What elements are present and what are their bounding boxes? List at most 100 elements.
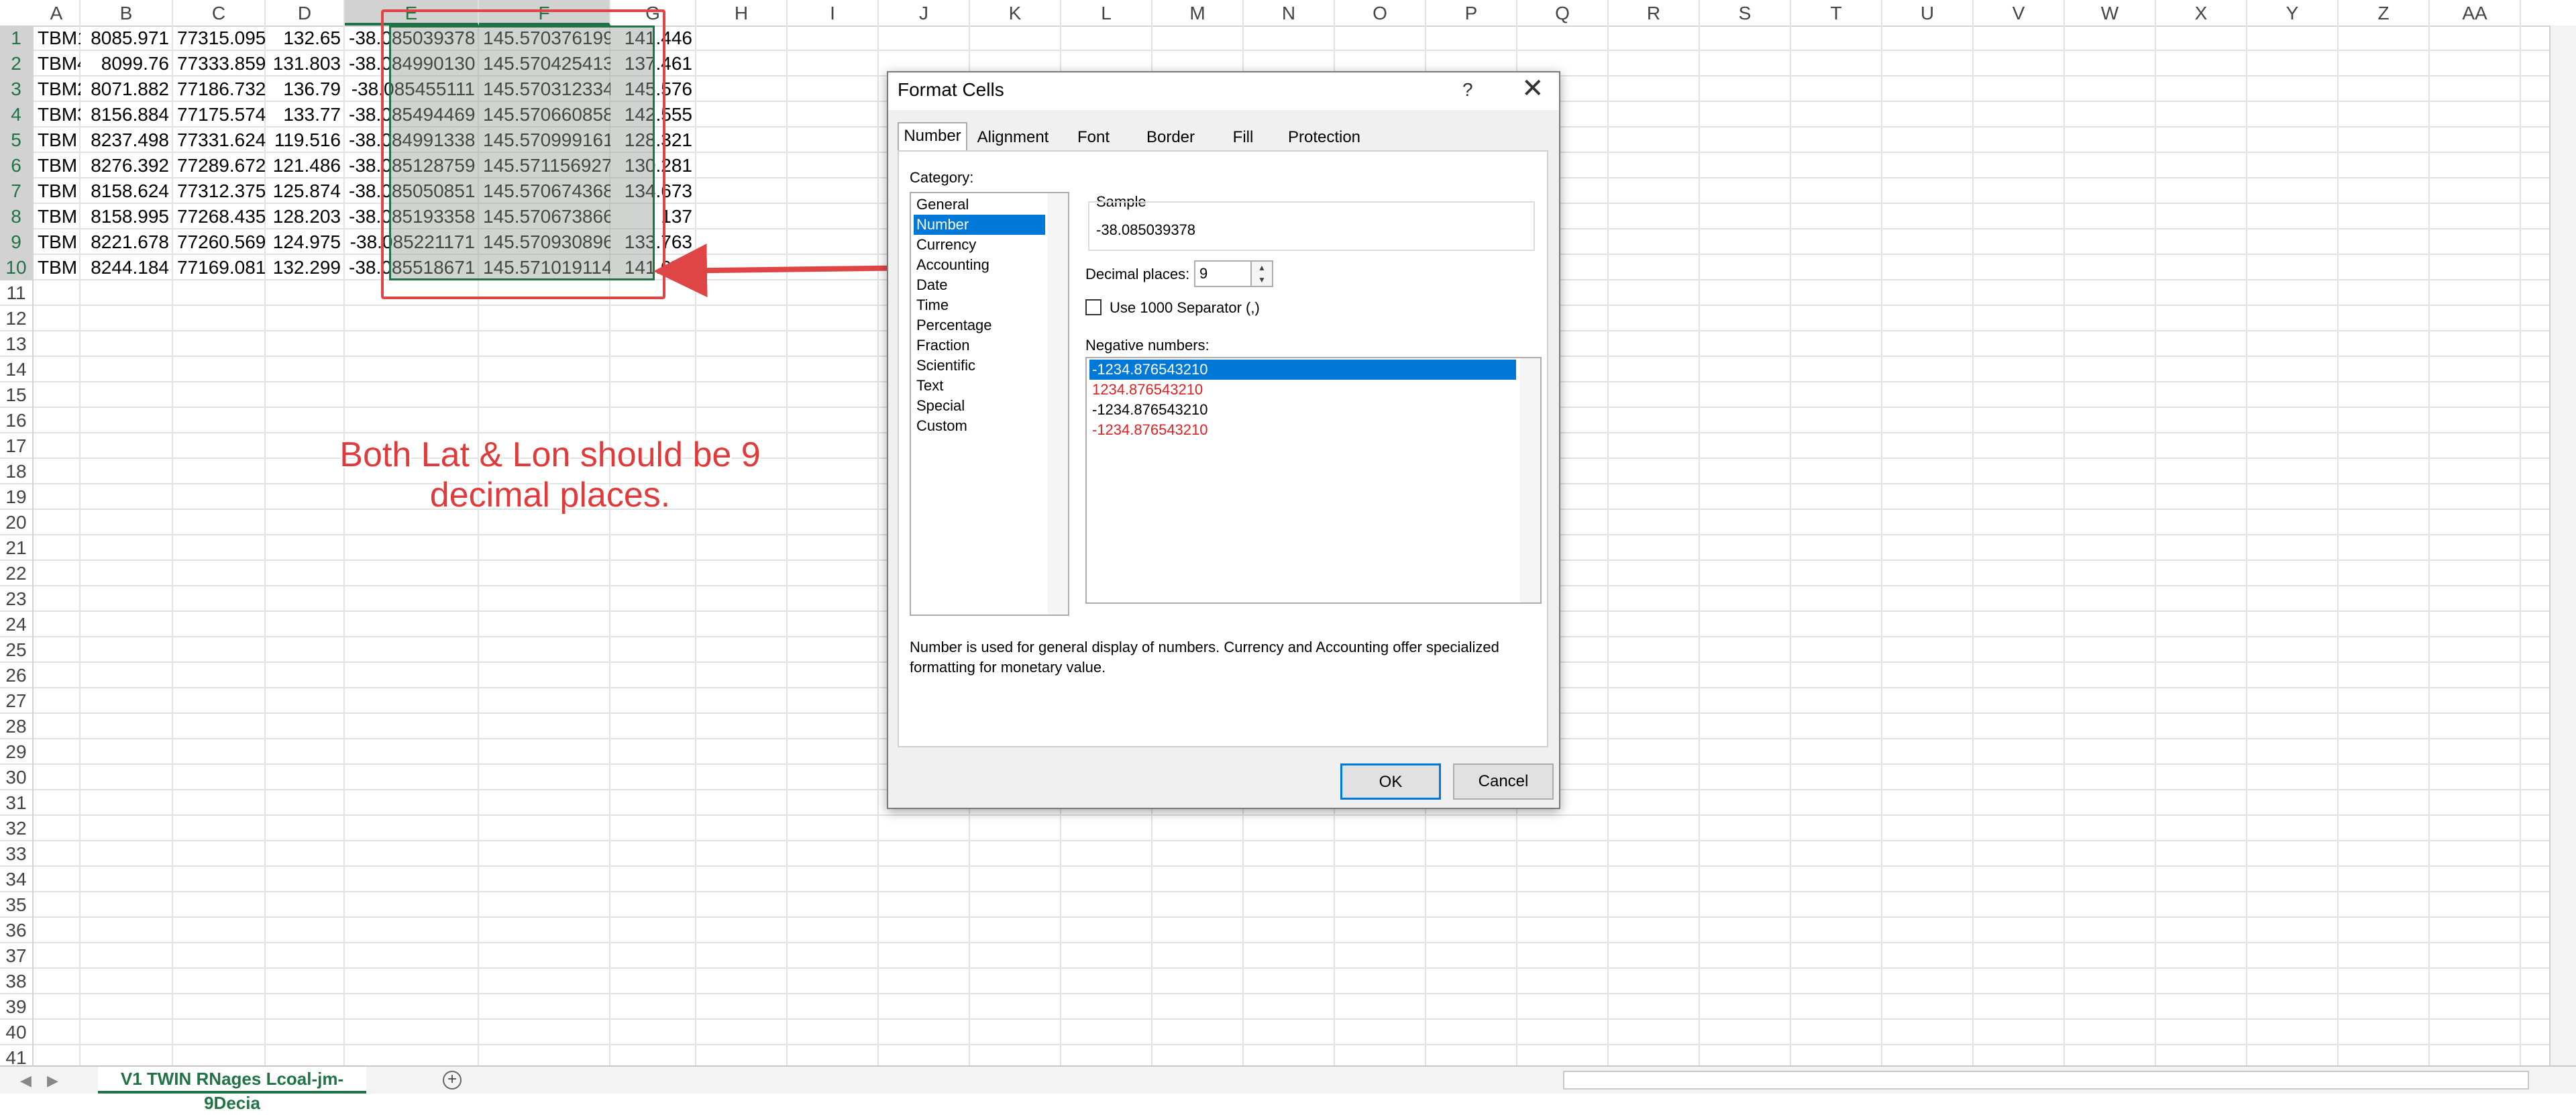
cell-b5[interactable]: 8237.498 xyxy=(80,127,173,153)
row-header[interactable]: 37 xyxy=(0,943,34,969)
cell-c8[interactable]: 77268.435 xyxy=(173,204,266,229)
tab-number[interactable]: Number xyxy=(898,122,967,153)
column-header-z[interactable]: Z xyxy=(2339,0,2430,25)
row-header[interactable]: 2 xyxy=(0,51,34,76)
column-header-u[interactable]: U xyxy=(1882,0,1974,25)
category-item-currency[interactable]: Currency xyxy=(914,235,1045,255)
cell-a7[interactable]: TBM 100 xyxy=(34,178,80,204)
negative-list-scrollbar[interactable] xyxy=(1520,358,1540,602)
dialog-titlebar[interactable]: Format Cells ? ✕ xyxy=(888,72,1559,110)
row-header[interactable]: 26 xyxy=(0,663,34,688)
row-header[interactable]: 40 xyxy=(0,1020,34,1045)
cell-b1[interactable]: 8085.971 xyxy=(80,25,173,51)
horizontal-scrollbar[interactable] xyxy=(1563,1071,2529,1090)
column-header-j[interactable]: J xyxy=(879,0,970,25)
cell-b3[interactable]: 8071.882 xyxy=(80,76,173,102)
row-header[interactable]: 18 xyxy=(0,459,34,484)
cell-b9[interactable]: 8221.678 xyxy=(80,229,173,255)
category-item-scientific[interactable]: Scientific xyxy=(914,356,1045,376)
column-header-q[interactable]: Q xyxy=(1517,0,1609,25)
category-item-fraction[interactable]: Fraction xyxy=(914,335,1045,356)
column-header-i[interactable]: I xyxy=(788,0,879,25)
column-header-h[interactable]: H xyxy=(696,0,788,25)
cell-c6[interactable]: 77289.672 xyxy=(173,153,266,178)
row-header[interactable]: 5 xyxy=(0,127,34,153)
cell-c10[interactable]: 77169.081 xyxy=(173,255,266,280)
cell-c2[interactable]: 77333.859 xyxy=(173,51,266,76)
category-item-percentage[interactable]: Percentage xyxy=(914,315,1045,335)
row-header[interactable]: 35 xyxy=(0,892,34,918)
cell-b10[interactable]: 8244.184 xyxy=(80,255,173,280)
category-item-time[interactable]: Time xyxy=(914,295,1045,315)
row-header[interactable]: 14 xyxy=(0,357,34,382)
column-header-p[interactable]: P xyxy=(1426,0,1517,25)
separator-label[interactable]: Use 1000 Separator (,) xyxy=(1110,299,1260,317)
column-header-y[interactable]: Y xyxy=(2247,0,2339,25)
row-header[interactable]: 13 xyxy=(0,331,34,357)
help-icon[interactable]: ? xyxy=(1462,79,1473,101)
separator-checkbox[interactable] xyxy=(1085,299,1102,315)
row-header[interactable]: 34 xyxy=(0,867,34,892)
cell-a5[interactable]: TBM 101 xyxy=(34,127,80,153)
column-header-r[interactable]: R xyxy=(1609,0,1700,25)
column-header-o[interactable]: O xyxy=(1335,0,1426,25)
decimal-spinner[interactable]: ▲ ▼ xyxy=(1250,260,1273,287)
row-header[interactable]: 27 xyxy=(0,688,34,714)
cell-b4[interactable]: 8156.884 xyxy=(80,102,173,127)
cell-d5[interactable]: 119.516 xyxy=(266,127,345,153)
row-header[interactable]: 21 xyxy=(0,535,34,561)
row-header[interactable]: 4 xyxy=(0,102,34,127)
row-header[interactable]: 1 xyxy=(0,25,34,51)
column-header-k[interactable]: K xyxy=(970,0,1061,25)
row-header[interactable]: 29 xyxy=(0,739,34,765)
decimal-places-input[interactable]: 9 xyxy=(1194,260,1254,287)
cell-a6[interactable]: TBM 102 xyxy=(34,153,80,178)
cell-b7[interactable]: 8158.624 xyxy=(80,178,173,204)
row-header[interactable]: 19 xyxy=(0,484,34,510)
cell-a9[interactable]: TBM 104 xyxy=(34,229,80,255)
tab-alignment[interactable]: Alignment xyxy=(971,125,1055,150)
column-header-a[interactable]: A xyxy=(34,0,80,25)
row-header[interactable]: 20 xyxy=(0,510,34,535)
column-header-w[interactable]: W xyxy=(2065,0,2156,25)
row-header[interactable]: 11 xyxy=(0,280,34,306)
column-header-v[interactable]: V xyxy=(1974,0,2065,25)
cell-b2[interactable]: 8099.76 xyxy=(80,51,173,76)
cell-a8[interactable]: TBM 105 xyxy=(34,204,80,229)
category-list[interactable]: General Number Currency Accounting Date Time P… xyxy=(910,192,1069,616)
row-header[interactable]: 7 xyxy=(0,178,34,204)
column-header-d[interactable]: D xyxy=(266,0,345,25)
sheet-tab-active[interactable]: V1 TWIN RNages Lcoal-jm- 9Decia xyxy=(98,1067,366,1113)
row-header[interactable]: 23 xyxy=(0,586,34,612)
cell-c1[interactable]: 77315.095 xyxy=(173,25,266,51)
category-item-accounting[interactable]: Accounting xyxy=(914,255,1045,275)
cell-a1[interactable]: TBM1 xyxy=(34,25,80,51)
row-header[interactable]: 10 xyxy=(0,255,34,280)
column-header-m[interactable]: M xyxy=(1152,0,1244,25)
cell-c3[interactable]: 77186.732 xyxy=(173,76,266,102)
category-item-special[interactable]: Special xyxy=(914,396,1045,416)
cell-c4[interactable]: 77175.574 xyxy=(173,102,266,127)
add-sheet-icon[interactable]: + xyxy=(443,1071,462,1090)
cell-c5[interactable]: 77331.624 xyxy=(173,127,266,153)
cell-a2[interactable]: TBM4 xyxy=(34,51,80,76)
column-header-n[interactable]: N xyxy=(1244,0,1335,25)
vertical-scrollbar[interactable] xyxy=(2549,25,2576,1065)
cell-a3[interactable]: TBM2 xyxy=(34,76,80,102)
column-header-x[interactable]: X xyxy=(2156,0,2247,25)
row-header[interactable]: 39 xyxy=(0,994,34,1020)
row-header[interactable]: 25 xyxy=(0,637,34,663)
row-header[interactable]: 31 xyxy=(0,790,34,816)
next-sheet-icon[interactable]: ▶ xyxy=(47,1072,58,1090)
category-item-custom[interactable]: Custom xyxy=(914,416,1045,436)
negative-option[interactable]: -1234.876543210 xyxy=(1089,420,1516,440)
cell-c7[interactable]: 77312.375 xyxy=(173,178,266,204)
row-header[interactable]: 22 xyxy=(0,561,34,586)
tab-fill[interactable]: Fill xyxy=(1216,125,1271,150)
column-header-l[interactable]: L xyxy=(1061,0,1152,25)
row-header[interactable]: 3 xyxy=(0,76,34,102)
cell-b6[interactable]: 8276.392 xyxy=(80,153,173,178)
cancel-button[interactable]: Cancel xyxy=(1453,763,1554,800)
row-header[interactable]: 24 xyxy=(0,612,34,637)
cell-d7[interactable]: 125.874 xyxy=(266,178,345,204)
